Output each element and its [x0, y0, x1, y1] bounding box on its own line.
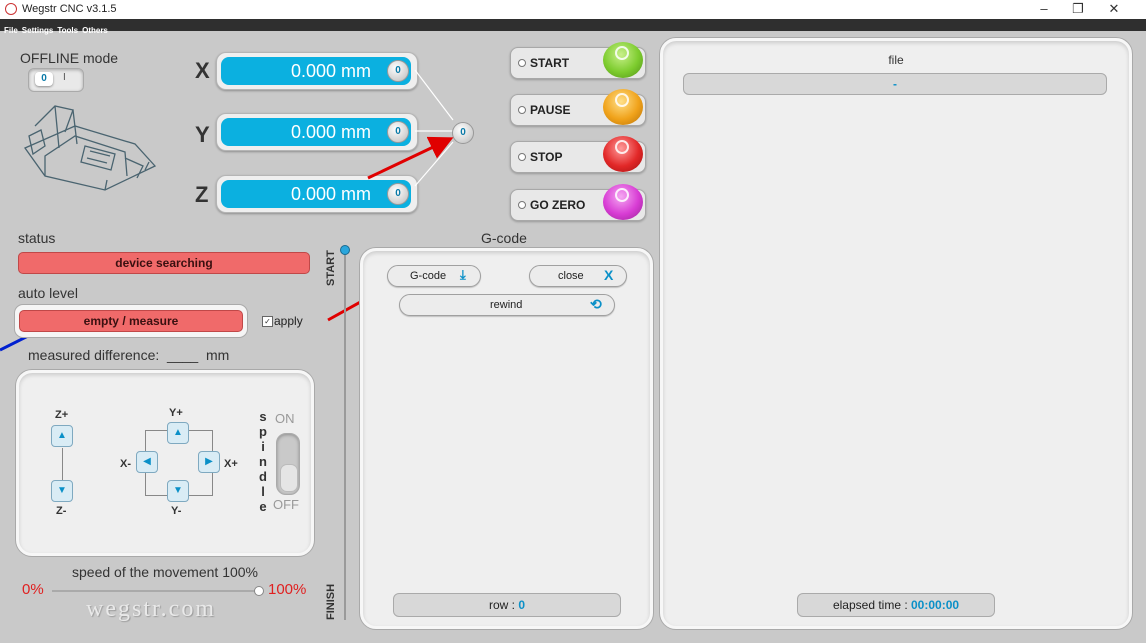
- stop-button[interactable]: STOP: [510, 136, 646, 173]
- start-button[interactable]: START: [510, 42, 646, 79]
- speed-label: speed of the movement 100%: [72, 564, 259, 580]
- row-counter: row : 0: [393, 593, 621, 617]
- status-value: device searching: [18, 252, 310, 274]
- speed-slider[interactable]: [52, 586, 264, 596]
- progress-indicator: [340, 245, 350, 255]
- y-down-button[interactable]: ▼: [167, 480, 189, 502]
- spindle-off-label: OFF: [273, 497, 299, 512]
- status-label: status: [18, 230, 56, 246]
- row-value: 0: [518, 598, 526, 612]
- jog-panel: Z+ ▲ ▼ Z- Y+ ▲ X- ◀ ▶ X+ ▼ Y- s p i n d …: [16, 370, 314, 556]
- gcode-close-button[interactable]: close X: [529, 265, 627, 287]
- rewind-button[interactable]: rewind ⟲: [399, 294, 615, 316]
- pause-button[interactable]: PAUSE: [510, 89, 646, 126]
- z-minus-label: Z-: [56, 505, 67, 517]
- rewind-icon: ⟲: [590, 296, 602, 312]
- elapsed-time-value: 00:00:00: [911, 598, 960, 612]
- spindle-toggle[interactable]: [276, 433, 300, 495]
- z-plus-label: Z+: [55, 409, 69, 421]
- auto-level-label: auto level: [18, 285, 78, 301]
- close-icon: X: [604, 267, 614, 283]
- start-knob-icon: [603, 42, 643, 78]
- elapsed-time-display: elapsed time : 00:00:00: [797, 593, 995, 617]
- gcode-panel: G-code ⤓ close X rewind ⟲ row : 0: [360, 248, 653, 629]
- progress-track: [344, 250, 346, 620]
- z-up-button[interactable]: ▲: [51, 425, 73, 447]
- file-name-display: -: [683, 73, 1107, 95]
- file-panel: file - elapsed time : 00:00:00: [660, 38, 1132, 629]
- pause-knob-icon: [603, 89, 643, 125]
- progress-start-label: START: [325, 250, 337, 286]
- y-minus-label: Y-: [171, 505, 182, 517]
- y-plus-label: Y+: [169, 407, 183, 419]
- download-icon: ⤓: [460, 267, 466, 282]
- stop-knob-icon: [603, 136, 643, 172]
- apply-label: apply: [274, 314, 303, 328]
- x-left-button[interactable]: ◀: [136, 451, 158, 473]
- spindle-label: s p i n d l e: [259, 409, 267, 514]
- auto-level-frame: empty / measure: [14, 304, 248, 338]
- gcode-title: G-code: [481, 230, 527, 246]
- z-down-button[interactable]: ▼: [51, 480, 73, 502]
- empty-measure-button[interactable]: empty / measure: [19, 310, 243, 332]
- file-title: file: [888, 53, 904, 67]
- brand-logo: wegstr.com: [86, 596, 216, 622]
- go-zero-knob-icon: [603, 184, 643, 220]
- x-plus-label: X+: [224, 458, 238, 470]
- x-right-button[interactable]: ▶: [198, 451, 220, 473]
- gcode-load-button[interactable]: G-code ⤓: [387, 265, 481, 287]
- y-up-button[interactable]: ▲: [167, 422, 189, 444]
- speed-min-label: 0%: [22, 581, 44, 598]
- spindle-on-label: ON: [275, 411, 295, 426]
- measured-difference-text: measured difference: ____ mm: [28, 347, 230, 363]
- x-minus-label: X-: [120, 458, 131, 470]
- apply-checkbox[interactable]: ✓: [262, 316, 273, 327]
- speed-max-label: 100%: [268, 581, 307, 598]
- speed-slider-handle[interactable]: [254, 586, 264, 596]
- go-zero-button[interactable]: GO ZERO: [510, 184, 646, 221]
- progress-finish-label: FINISH: [325, 583, 337, 620]
